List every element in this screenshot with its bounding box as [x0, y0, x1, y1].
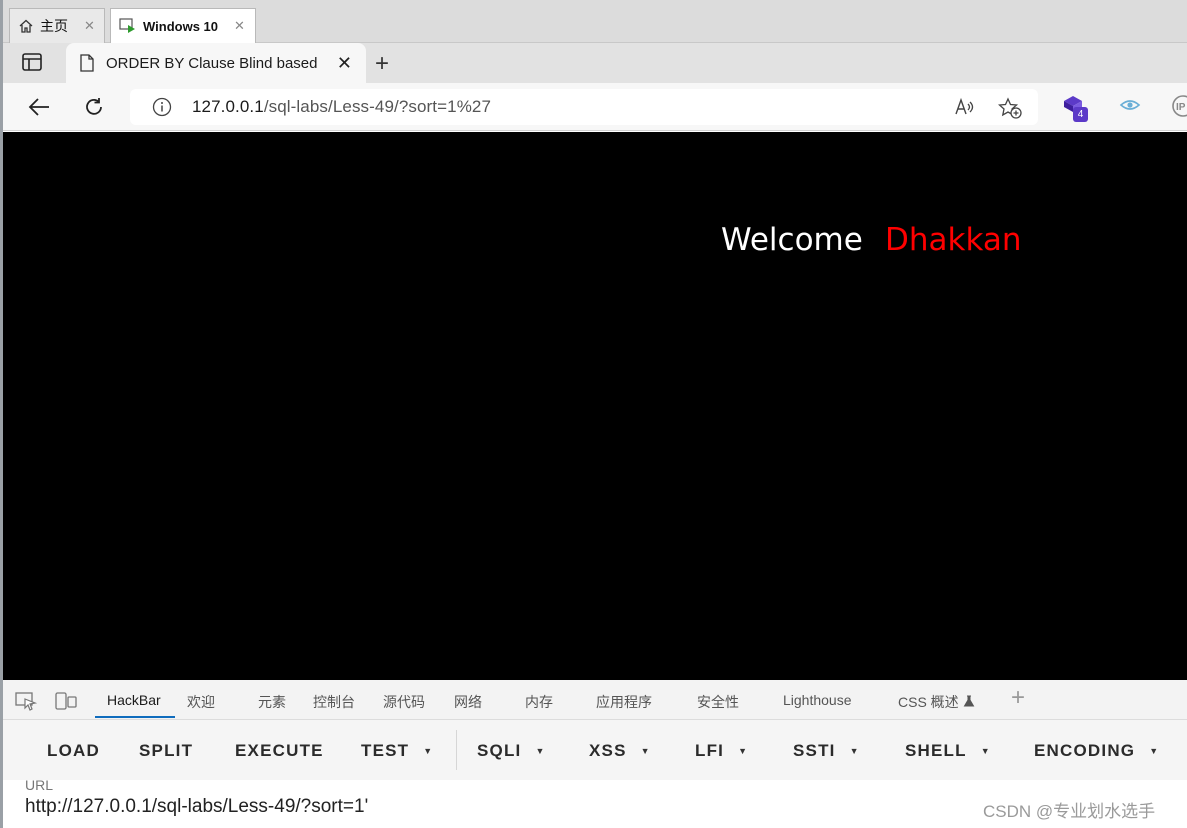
- active-tab-indicator: [95, 716, 175, 718]
- home-icon: [18, 18, 34, 34]
- dhakkan-text: Dhakkan: [885, 222, 1022, 258]
- url-text[interactable]: 127.0.0.1/sql-labs/Less-49/?sort=1%27: [192, 97, 491, 117]
- extension-badge: 4: [1073, 107, 1088, 122]
- encoding-dropdown[interactable]: ENCODING ▼: [1034, 741, 1159, 761]
- browser-tab-bar: ORDER BY Clause Blind based ✕ +: [3, 43, 1187, 83]
- test-dropdown[interactable]: TEST ▼: [361, 741, 433, 761]
- vm-tab-home[interactable]: 主页 ✕: [9, 8, 105, 43]
- caret-down-icon: ▼: [535, 746, 546, 756]
- toolbar-divider: [456, 730, 457, 770]
- devtools-tab-elements[interactable]: 元素: [258, 692, 286, 712]
- page-content: Welcome Dhakkan: [3, 132, 1187, 680]
- vm-monitor-icon: [119, 18, 137, 34]
- back-icon[interactable]: [27, 95, 51, 119]
- xss-dropdown[interactable]: XSS ▼: [589, 741, 651, 761]
- split-button[interactable]: SPLIT: [139, 741, 193, 761]
- eye-extension-icon[interactable]: [1119, 97, 1141, 118]
- caret-down-icon: ▼: [738, 746, 749, 756]
- caret-down-icon: ▼: [980, 746, 991, 756]
- execute-button[interactable]: EXECUTE: [235, 741, 324, 761]
- hackbar-toolbar: LOAD SPLIT EXECUTE TEST ▼ SQLI ▼ XSS ▼ LFI ▼…: [3, 720, 1187, 780]
- svg-text:IP: IP: [1176, 102, 1186, 113]
- vm-tab-label: Windows 10: [143, 18, 219, 34]
- url-field-label: URL: [25, 777, 54, 793]
- vm-tab-label: 主页: [40, 18, 68, 34]
- devtools-tab-security[interactable]: 安全性: [697, 692, 739, 712]
- load-button[interactable]: LOAD: [47, 741, 100, 761]
- browser-tab-active[interactable]: ORDER BY Clause Blind based ✕: [66, 43, 366, 83]
- ssti-dropdown[interactable]: SSTI ▼: [793, 741, 860, 761]
- add-tool-icon[interactable]: +: [1011, 684, 1025, 712]
- lfi-dropdown[interactable]: LFI ▼: [695, 741, 748, 761]
- devtools-tab-bar: HackBar 欢迎 元素 控制台 源代码 网络 内存 应用程序 安全性 Lig…: [3, 680, 1187, 720]
- inspect-element-icon[interactable]: [15, 691, 38, 716]
- devtools-tab-hackbar[interactable]: HackBar: [107, 692, 161, 708]
- caret-down-icon: ▼: [640, 746, 651, 756]
- caret-down-icon: ▼: [423, 746, 434, 756]
- welcome-text: Welcome: [721, 222, 863, 258]
- extension-icon[interactable]: 4: [1061, 93, 1088, 122]
- devtools-tab-console[interactable]: 控制台: [313, 692, 355, 712]
- favorite-add-icon[interactable]: [997, 97, 1022, 124]
- shell-dropdown[interactable]: SHELL ▼: [905, 741, 991, 761]
- caret-down-icon: ▼: [1149, 746, 1160, 756]
- devtools-tab-lighthouse[interactable]: Lighthouse: [783, 692, 852, 708]
- ip-extension-icon[interactable]: IP: [1171, 95, 1187, 122]
- devtools-tab-network[interactable]: 网络: [454, 692, 482, 712]
- new-tab-icon[interactable]: +: [375, 50, 389, 78]
- navigation-bar: 127.0.0.1/sql-labs/Less-49/?sort=1%27 4 …: [3, 83, 1187, 131]
- vm-tab-strip: 主页 ✕ Windows 10 ✕: [3, 0, 1187, 43]
- flask-icon: [963, 694, 975, 710]
- info-icon[interactable]: [152, 97, 172, 122]
- address-bar[interactable]: 127.0.0.1/sql-labs/Less-49/?sort=1%27: [130, 89, 1038, 125]
- tab-title: ORDER BY Clause Blind based: [106, 54, 318, 72]
- screen: 主页 ✕ Windows 10 ✕ ORDER BY Clause Blind …: [0, 0, 1187, 828]
- vm-tab-windows10[interactable]: Windows 10 ✕: [110, 8, 256, 43]
- devtools-tab-memory[interactable]: 内存: [525, 692, 553, 712]
- caret-down-icon: ▼: [849, 746, 860, 756]
- device-emulation-icon[interactable]: [55, 691, 77, 716]
- page-icon: [80, 54, 94, 72]
- hackbar-url-input[interactable]: http://127.0.0.1/sql-labs/Less-49/?sort=…: [25, 796, 368, 818]
- refresh-icon[interactable]: [82, 95, 106, 119]
- devtools-tab-welcome[interactable]: 欢迎: [187, 692, 215, 712]
- tab-actions-icon[interactable]: [21, 52, 45, 74]
- close-icon[interactable]: ✕: [337, 53, 352, 74]
- devtools-tab-sources[interactable]: 源代码: [383, 692, 425, 712]
- close-icon[interactable]: ✕: [84, 18, 95, 34]
- sqli-dropdown[interactable]: SQLI ▼: [477, 741, 546, 761]
- devtools-tab-css-overview[interactable]: CSS 概述: [898, 692, 975, 712]
- close-icon[interactable]: ✕: [234, 18, 245, 34]
- devtools-tab-application[interactable]: 应用程序: [596, 692, 652, 712]
- read-aloud-icon[interactable]: [954, 97, 976, 122]
- watermark: CSDN @专业划水选手: [983, 802, 1156, 821]
